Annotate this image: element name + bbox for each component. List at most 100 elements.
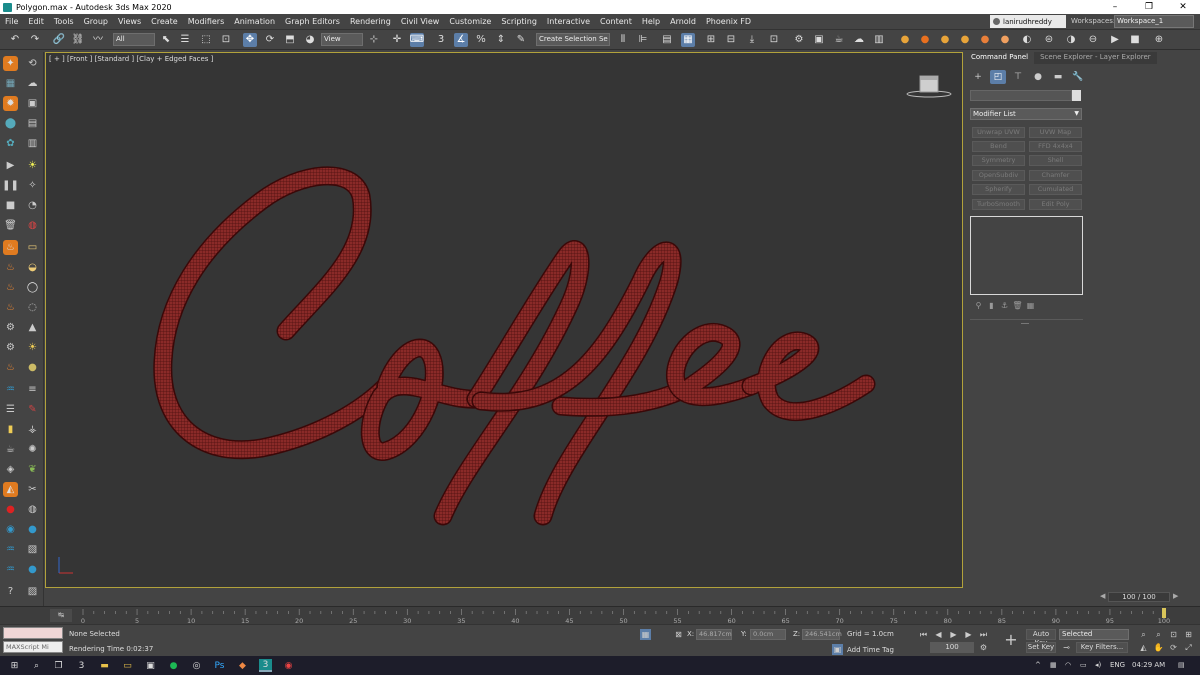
maxscript-listener-input[interactable] bbox=[3, 627, 63, 639]
chrome-icon[interactable]: ◉ bbox=[282, 659, 295, 672]
tool-icon-16[interactable]: ◒ bbox=[25, 260, 40, 275]
link-icon[interactable]: 🔗 bbox=[52, 33, 66, 47]
task-view-icon[interactable]: ❐ bbox=[52, 659, 65, 672]
x-coordinate-field[interactable]: 46.817cm bbox=[696, 629, 732, 640]
named-selection-sets-select[interactable]: Create Selection Se bbox=[536, 33, 610, 46]
water-icon-2[interactable]: ♒ bbox=[3, 542, 18, 557]
tool-icon-1[interactable]: ✦ bbox=[3, 56, 18, 71]
maximize-viewport-icon[interactable]: ⤢ bbox=[1183, 642, 1194, 653]
app-icon-1[interactable]: ◎ bbox=[190, 659, 203, 672]
store-icon[interactable]: ▣ bbox=[144, 659, 157, 672]
toggle-scene-explorer-icon[interactable]: ▤ bbox=[660, 33, 674, 47]
select-by-name-icon[interactable]: ☰ bbox=[178, 33, 192, 47]
undo-icon[interactable]: ↶ bbox=[8, 33, 22, 47]
search-icon[interactable]: ⌕ bbox=[30, 659, 43, 672]
menu-tools[interactable]: Tools bbox=[49, 17, 79, 26]
tool-icon-4[interactable]: ☁ bbox=[25, 76, 40, 91]
set-key-plus-icon[interactable]: + bbox=[1002, 631, 1020, 649]
current-frame-marker[interactable] bbox=[1162, 608, 1166, 618]
menu-arnold[interactable]: Arnold bbox=[665, 17, 701, 26]
current-frame-field[interactable]: 100 bbox=[930, 642, 974, 653]
clock[interactable]: 04:29 AM bbox=[1132, 661, 1165, 669]
vray-icon-3[interactable]: ◑ bbox=[1064, 33, 1078, 47]
tool-icon-36[interactable]: ◉ bbox=[3, 522, 18, 537]
water-icon-3[interactable]: ♒ bbox=[3, 562, 18, 577]
fire-icon-5[interactable]: ♨ bbox=[3, 360, 18, 375]
app-icon-2[interactable]: ◆ bbox=[236, 659, 249, 672]
tool-icon-35[interactable]: ◍ bbox=[25, 502, 40, 517]
pin-stack-icon[interactable]: ⚲ bbox=[973, 300, 984, 311]
battery-icon[interactable]: ▭ bbox=[1080, 661, 1087, 669]
vray-icon-2[interactable]: ⊜ bbox=[1042, 33, 1056, 47]
start-icon[interactable]: ⊞ bbox=[8, 659, 21, 672]
tool-icon-14[interactable]: ◍ bbox=[25, 218, 40, 233]
play-animation-icon[interactable]: ▶ bbox=[948, 629, 959, 640]
menu-views[interactable]: Views bbox=[113, 17, 146, 26]
key-mode-icon[interactable]: ⊸ bbox=[1061, 642, 1072, 653]
window-crossing-icon[interactable]: ⊡ bbox=[219, 33, 233, 47]
menu-help[interactable]: Help bbox=[637, 17, 665, 26]
isolate-selection-icon[interactable]: ▦ bbox=[640, 629, 651, 640]
time-config-icon[interactable]: ⚙ bbox=[978, 642, 989, 653]
object-name-field[interactable] bbox=[970, 90, 1072, 101]
minimize-button[interactable]: – bbox=[1098, 2, 1132, 12]
tool-icon-17[interactable]: ◯ bbox=[25, 280, 40, 295]
object-color-swatch[interactable] bbox=[1072, 90, 1081, 101]
zoom-all-icon[interactable]: ⌕ bbox=[1153, 629, 1164, 640]
tool-icon-10[interactable]: ▥ bbox=[25, 136, 40, 151]
app-3dsmax-running-icon[interactable]: 3 bbox=[259, 659, 272, 672]
selection-filter-select[interactable]: All bbox=[113, 33, 155, 46]
utilities-tab-icon[interactable]: 🔧 bbox=[1070, 70, 1086, 84]
go-to-start-icon[interactable]: ⏮ bbox=[918, 629, 929, 640]
language-indicator[interactable]: ENG bbox=[1110, 661, 1125, 669]
menu-scripting[interactable]: Scripting bbox=[496, 17, 542, 26]
go-to-end-icon[interactable]: ⏭ bbox=[978, 629, 989, 640]
water-icon-1[interactable]: ♒ bbox=[3, 382, 18, 397]
bind-space-warp-icon[interactable]: 〰 bbox=[91, 33, 105, 47]
select-and-scale-icon[interactable]: ⬒ bbox=[283, 33, 297, 47]
material-editor-icon[interactable]: ⊡ bbox=[767, 33, 781, 47]
tool-icon-32[interactable]: ◭ bbox=[3, 482, 18, 497]
next-frame-icon[interactable]: ▶ bbox=[963, 629, 974, 640]
display-tab-icon[interactable]: ▬ bbox=[1050, 70, 1066, 84]
unlink-icon[interactable]: ⛓ bbox=[71, 33, 85, 47]
set-key-button[interactable]: Set Key bbox=[1026, 642, 1056, 653]
menu-file[interactable]: File bbox=[0, 17, 23, 26]
tab-command-panel[interactable]: Command Panel bbox=[965, 52, 1035, 64]
menu-phoenix-fd[interactable]: Phoenix FD bbox=[701, 17, 756, 26]
zoom-icon[interactable]: ⌕ bbox=[1138, 629, 1149, 640]
phoenix-icon-1[interactable]: ● bbox=[938, 33, 952, 47]
menu-edit[interactable]: Edit bbox=[23, 17, 49, 26]
modifier-button[interactable]: FFD 4x4x4 bbox=[1029, 141, 1082, 152]
coffee-text-object[interactable] bbox=[46, 53, 962, 587]
tool-icon-21[interactable]: ⚙ bbox=[3, 340, 18, 355]
file-explorer-icon[interactable]: ▬ bbox=[98, 659, 111, 672]
front-viewport[interactable]: [ + ] [Front ] [Standard ] [Clay + Edged… bbox=[45, 52, 963, 588]
toggle-ribbon-icon[interactable]: ⊞ bbox=[704, 33, 718, 47]
tool-icon-30[interactable]: ◈ bbox=[3, 462, 18, 477]
tool-icon-40[interactable]: ▨ bbox=[25, 584, 40, 599]
y-coordinate-field[interactable]: 0.0cm bbox=[750, 629, 786, 640]
tool-icon-31[interactable]: ❦ bbox=[25, 462, 40, 477]
notifications-icon[interactable]: ▤ bbox=[1178, 661, 1185, 669]
percent-snap-icon[interactable]: % bbox=[474, 33, 488, 47]
modifier-button[interactable]: Spherify bbox=[972, 184, 1025, 195]
arnold-icon-2[interactable]: ● bbox=[918, 33, 932, 47]
tool-icon-25[interactable]: ✎ bbox=[25, 402, 40, 417]
timeline[interactable]: ↹ 0 5 10 15 20 25 30 35 40 45 50 55 60 65 70 75 80 85 90 95… bbox=[0, 606, 1200, 625]
tool-icon-6[interactable]: ▣ bbox=[25, 96, 40, 111]
network-icon[interactable]: ▦ bbox=[1050, 661, 1057, 669]
tool-icon-33[interactable]: ✂ bbox=[25, 482, 40, 497]
tool-icon-9[interactable]: ✿ bbox=[3, 136, 18, 151]
arnold-icon-1[interactable]: ● bbox=[898, 33, 912, 47]
create-tab-icon[interactable]: + bbox=[970, 70, 986, 84]
fire-icon-2[interactable]: ♨ bbox=[3, 260, 18, 275]
auto-key-button[interactable]: Auto Key bbox=[1026, 629, 1056, 647]
make-unique-icon[interactable]: ⚓ bbox=[999, 300, 1010, 311]
snaps-toggle-icon[interactable]: 3 bbox=[434, 33, 448, 47]
timeline-ruler[interactable]: 0 5 10 15 20 25 30 35 40 45 50 55 60 65 70 75 80 85 90 95 10… bbox=[0, 607, 1200, 625]
add-time-tag[interactable]: Add Time Tag bbox=[847, 646, 894, 654]
menu-graph-editors[interactable]: Graph Editors bbox=[280, 17, 345, 26]
toggle-layer-explorer-icon[interactable]: ▦ bbox=[681, 33, 695, 47]
tool-icon-13[interactable]: ◔ bbox=[25, 198, 40, 213]
